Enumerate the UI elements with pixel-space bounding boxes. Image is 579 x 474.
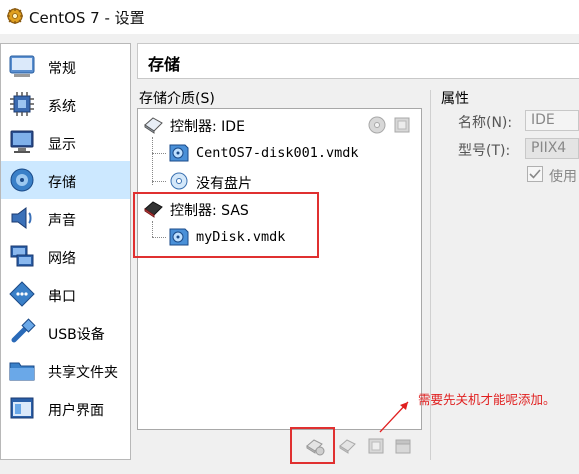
- type-select[interactable]: PIIX4: [525, 138, 579, 159]
- add-controller-icon[interactable]: [305, 436, 325, 456]
- annotation-note: 需要先关机才能呢添加。: [418, 392, 556, 407]
- settings-sidebar: 常规 系统 显示 存储 声音 网络 串口 USB设备 共享文件夹 用户界面: [0, 43, 131, 460]
- storage-devices-label: 存储介质(S): [139, 91, 215, 107]
- remove-controller-icon[interactable]: [338, 436, 358, 456]
- sidebar-item-label: USB设备: [48, 327, 105, 343]
- ide-controller-icon: [144, 117, 163, 134]
- tree-node-label: 没有盘片: [196, 176, 252, 192]
- sidebar-item-general[interactable]: 常规: [1, 47, 130, 85]
- title-bar: CentOS 7 - 设置: [0, 0, 579, 34]
- sidebar-item-label: 用户界面: [48, 403, 104, 419]
- type-label: 型号(T):: [458, 143, 511, 159]
- sidebar-item-label: 系统: [48, 99, 76, 115]
- use-host-io-cache-label: 使用: [549, 169, 577, 185]
- sidebar-item-label: 显示: [48, 137, 76, 153]
- sidebar-item-label: 串口: [48, 289, 76, 305]
- remove-attachment-icon[interactable]: [393, 436, 413, 456]
- attributes-title: 属性: [441, 91, 469, 107]
- sidebar-item-audio[interactable]: 声音: [1, 199, 130, 237]
- checkmark-icon: [529, 169, 541, 179]
- use-host-io-cache-checkbox[interactable]: [527, 166, 543, 182]
- attributes-separator: [430, 90, 431, 460]
- tree-node-label: CentOS7-disk001.vmdk: [196, 145, 359, 161]
- sidebar-item-storage[interactable]: 存储: [1, 161, 130, 199]
- sidebar-item-label: 存储: [48, 175, 76, 191]
- virtualbox-app-icon: [7, 8, 23, 24]
- general-icon: [9, 55, 35, 77]
- page-header: 存储: [137, 43, 579, 79]
- sidebar-item-display[interactable]: 显示: [1, 123, 130, 161]
- sidebar-item-network[interactable]: 网络: [1, 237, 130, 275]
- sidebar-item-serial-port[interactable]: 串口: [1, 275, 130, 313]
- user-interface-icon: [10, 397, 34, 419]
- system-icon: [10, 92, 34, 116]
- optical-disc-icon: [170, 172, 188, 190]
- storage-tree[interactable]: 控制器: IDE CentOS7-disk001.vmdk 没有盘片 控制器: …: [137, 108, 422, 430]
- add-hard-disk-icon[interactable]: [392, 115, 412, 135]
- add-attachment-icon[interactable]: [366, 436, 386, 456]
- tree-line: [152, 153, 166, 154]
- hard-disk-icon: [169, 144, 189, 162]
- tree-line: [152, 181, 166, 182]
- sas-highlight-box: [133, 192, 319, 258]
- shared-folder-icon: [9, 362, 35, 381]
- sidebar-item-user-interface[interactable]: 用户界面: [1, 389, 130, 427]
- network-icon: [10, 245, 34, 267]
- tree-line: [152, 137, 153, 185]
- sidebar-item-label: 声音: [48, 213, 76, 229]
- sidebar-item-shared-folders[interactable]: 共享文件夹: [1, 351, 130, 389]
- storage-icon: [10, 168, 34, 192]
- name-label: 名称(N):: [458, 115, 513, 131]
- audio-icon: [11, 207, 32, 229]
- display-icon: [10, 130, 34, 153]
- sidebar-item-label: 共享文件夹: [48, 365, 118, 381]
- page-title: 存储: [148, 55, 181, 74]
- sidebar-item-usb[interactable]: USB设备: [1, 313, 130, 351]
- sidebar-item-label: 常规: [48, 61, 76, 77]
- tree-node-label: 控制器: IDE: [170, 119, 245, 135]
- add-optical-drive-icon[interactable]: [367, 115, 387, 135]
- sidebar-item-label: 网络: [48, 251, 76, 267]
- window-title: CentOS 7 - 设置: [29, 9, 145, 27]
- name-field[interactable]: IDE: [525, 110, 579, 131]
- sidebar-item-system[interactable]: 系统: [1, 85, 130, 123]
- usb-icon: [11, 318, 36, 343]
- annotation-arrow-icon: [379, 401, 409, 433]
- serial-port-icon: [9, 281, 35, 307]
